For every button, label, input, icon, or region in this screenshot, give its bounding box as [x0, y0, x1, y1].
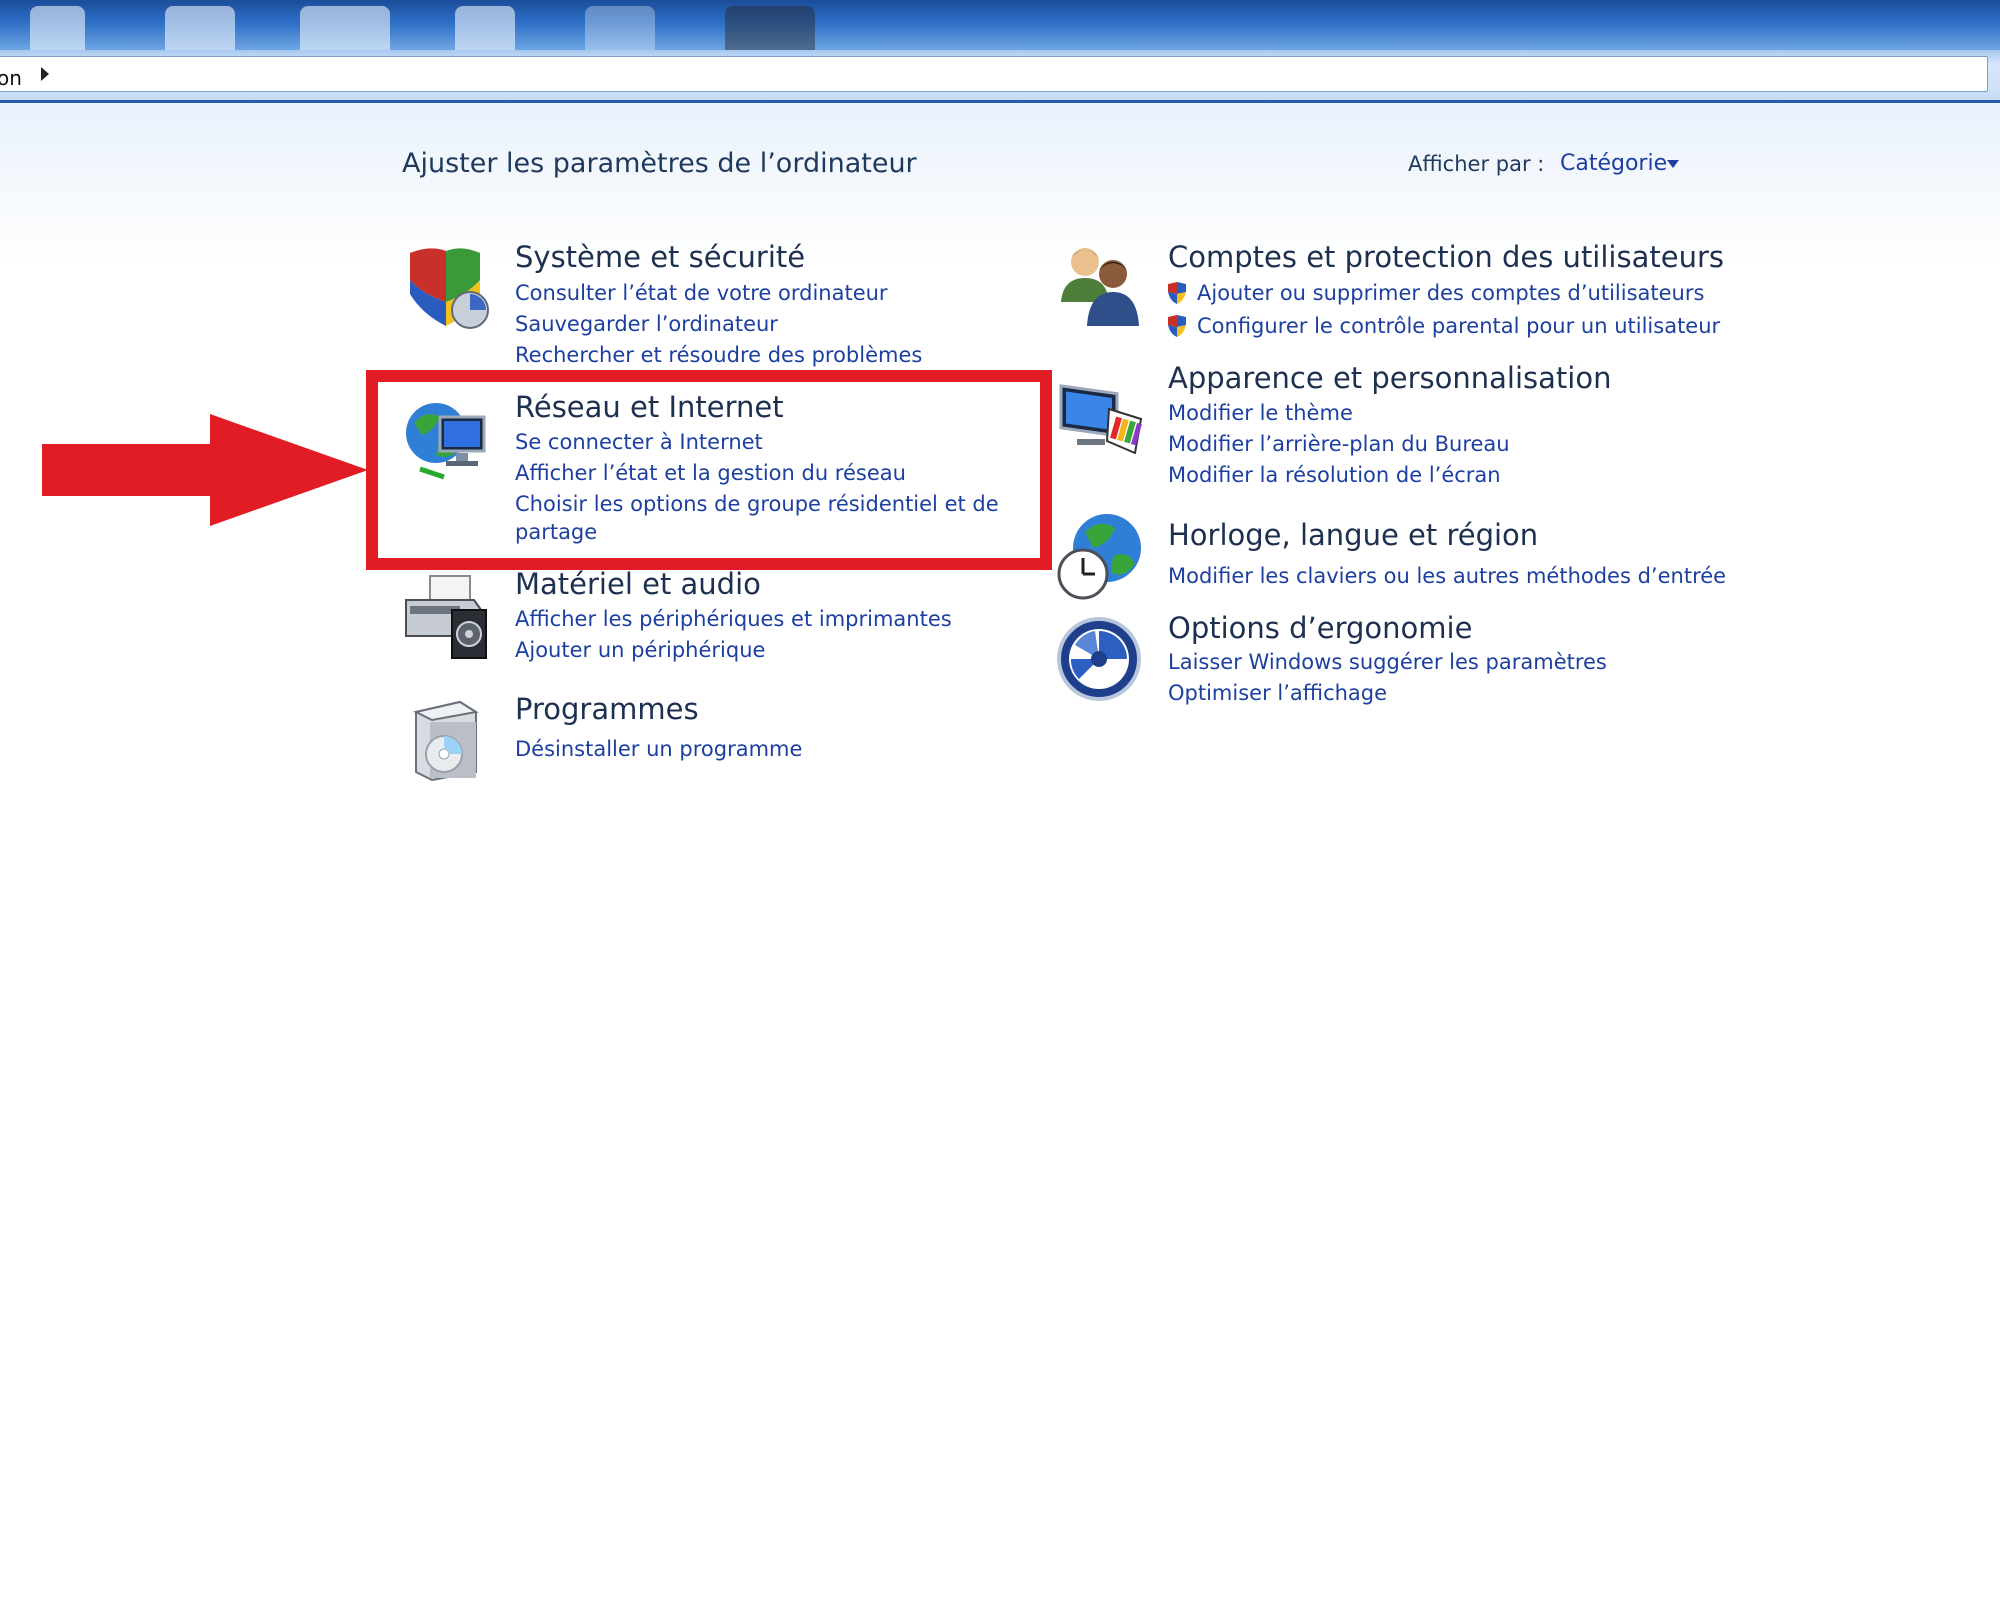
clock-globe-icon[interactable] — [1055, 510, 1147, 602]
category-title-user-accounts[interactable]: Comptes et protection des utilisateurs — [1168, 240, 1724, 274]
programs-icon[interactable] — [400, 690, 492, 782]
link-change-keyboards[interactable]: Modifier les claviers ou les autres méth… — [1168, 564, 1726, 588]
view-by-label: Afficher par : — [1408, 152, 1545, 176]
red-arrow-icon — [40, 410, 370, 534]
category-title-hardware-sound[interactable]: Matériel et audio — [515, 567, 761, 601]
link-change-wallpaper[interactable]: Modifier l’arrière-plan du Bureau — [1168, 432, 1510, 456]
category-title-appearance[interactable]: Apparence et personnalisation — [1168, 361, 1611, 395]
category-title-system-security[interactable]: Système et sécurité — [515, 240, 805, 274]
link-change-theme[interactable]: Modifier le thème — [1168, 401, 1353, 425]
chevron-down-icon[interactable] — [1667, 160, 1679, 168]
link-check-computer-status[interactable]: Consulter l’état de votre ordinateur — [515, 281, 888, 305]
monitor-palette-icon[interactable] — [1055, 375, 1147, 467]
link-optimize-display[interactable]: Optimiser l’affichage — [1168, 681, 1387, 705]
link-windows-suggest-settings[interactable]: Laisser Windows suggérer les paramètres — [1168, 650, 1607, 674]
breadcrumb[interactable]: on — [0, 66, 22, 90]
uac-shield-icon — [1166, 314, 1188, 338]
link-uninstall-program[interactable]: Désinstaller un programme — [515, 737, 802, 761]
highlight-box — [366, 370, 1052, 570]
category-title-clock-language[interactable]: Horloge, langue et région — [1168, 518, 1538, 552]
page-title: Ajuster les paramètres de l’ordinateur — [402, 148, 917, 179]
link-devices-printers[interactable]: Afficher les périphériques et imprimante… — [515, 607, 952, 631]
users-icon[interactable] — [1055, 240, 1147, 332]
address-box[interactable]: on — [0, 56, 1988, 92]
address-bar: on — [0, 50, 2000, 103]
printer-icon[interactable] — [400, 570, 492, 662]
link-backup-computer[interactable]: Sauvegarder l’ordinateur — [515, 312, 778, 336]
link-change-resolution[interactable]: Modifier la résolution de l’écran — [1168, 463, 1501, 487]
window-title-bar — [0, 0, 2000, 96]
link-add-device[interactable]: Ajouter un périphérique — [515, 638, 765, 662]
category-title-programs[interactable]: Programmes — [515, 692, 699, 726]
link-add-remove-accounts[interactable]: Ajouter ou supprimer des comptes d’utili… — [1197, 281, 1704, 305]
breadcrumb-chevron-right-icon[interactable] — [41, 67, 49, 81]
link-troubleshoot[interactable]: Rechercher et résoudre des problèmes — [515, 343, 922, 367]
ease-of-access-icon[interactable] — [1055, 615, 1147, 707]
category-title-ease-of-access[interactable]: Options d’ergonomie — [1168, 611, 1472, 645]
uac-shield-icon — [1166, 281, 1188, 305]
view-by-dropdown[interactable]: Catégorie — [1560, 151, 1667, 176]
content-gradient — [0, 103, 2000, 263]
link-parental-controls[interactable]: Configurer le contrôle parental pour un … — [1197, 314, 1720, 338]
shield-icon[interactable] — [400, 240, 492, 332]
